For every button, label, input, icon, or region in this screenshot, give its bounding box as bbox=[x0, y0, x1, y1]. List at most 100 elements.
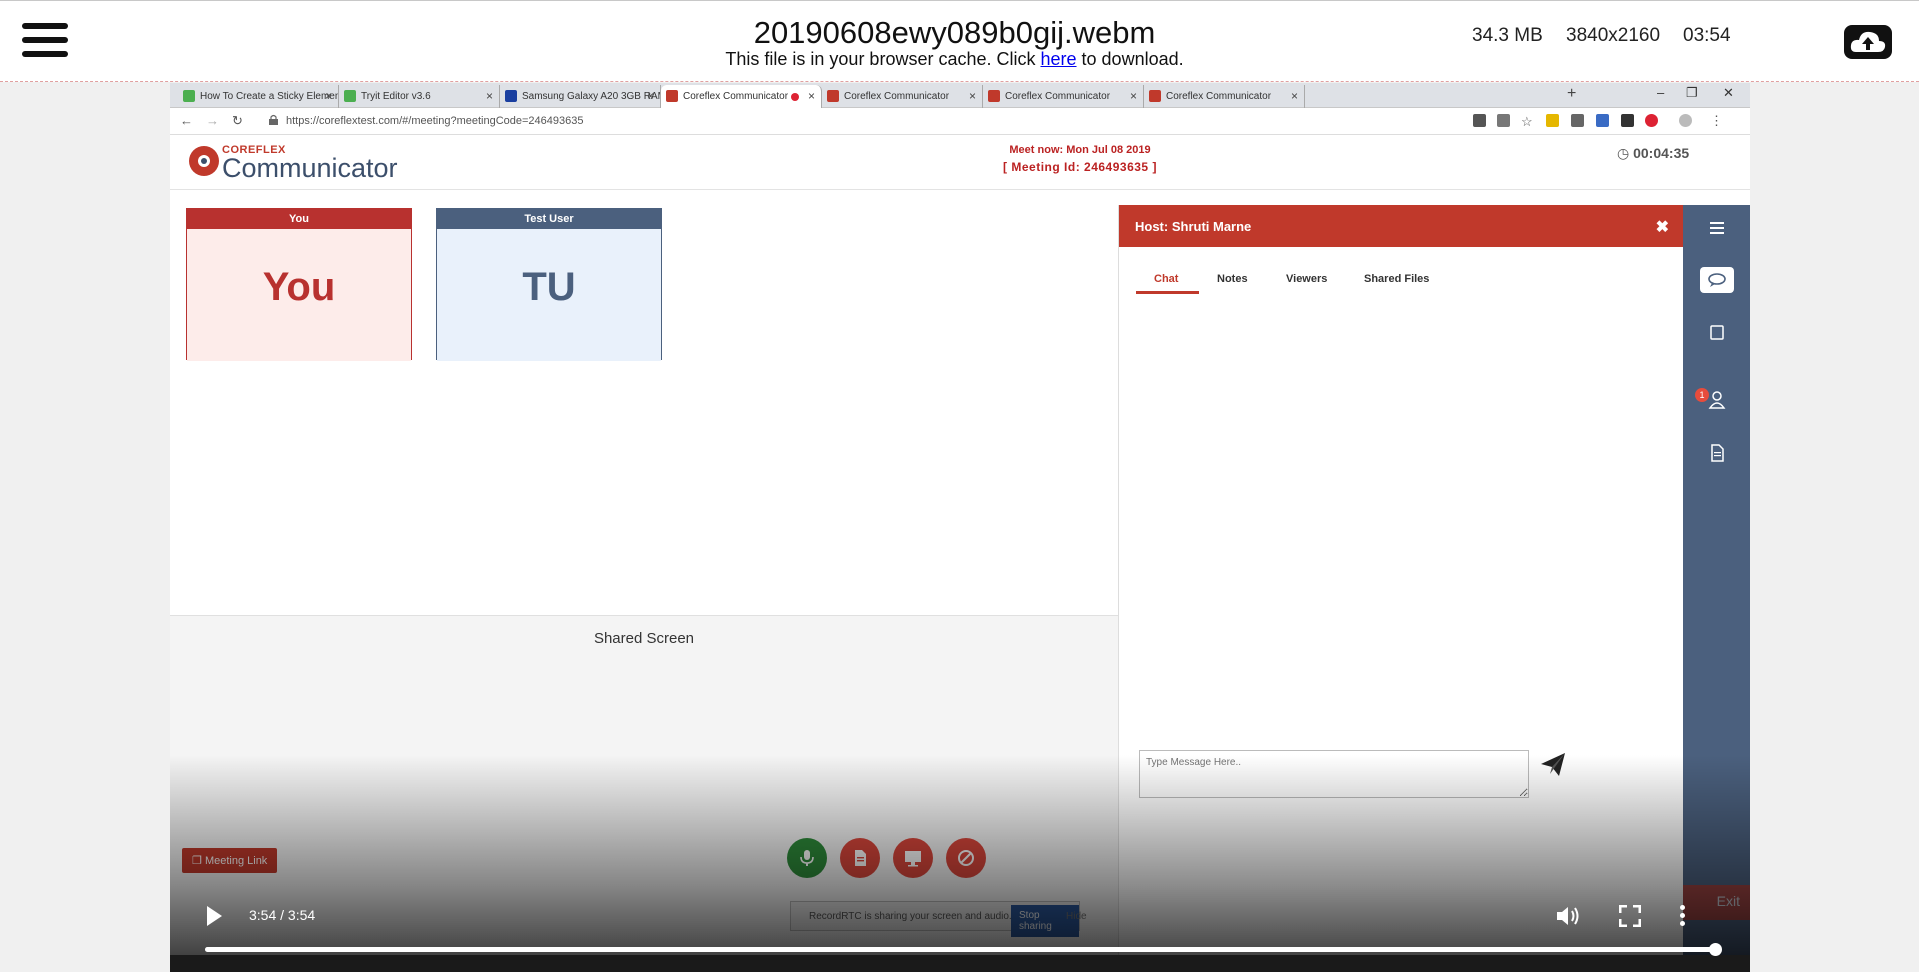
browser-tab-title: Samsung Galaxy A20 3GB RAM ( bbox=[522, 91, 661, 102]
camera-icon[interactable] bbox=[1473, 114, 1486, 127]
logo-brand-big: Communicator bbox=[222, 153, 398, 183]
browser-tab-title: Coreflex Communicator bbox=[683, 91, 789, 102]
play-icon[interactable] bbox=[205, 905, 223, 932]
tab-notes[interactable]: Notes bbox=[1217, 273, 1248, 285]
microphone-icon bbox=[800, 850, 814, 866]
favicon-icon bbox=[183, 90, 195, 102]
browser-tab[interactable]: Coreflex Communicator × bbox=[1144, 85, 1305, 108]
tab-shared-files[interactable]: Shared Files bbox=[1364, 273, 1429, 285]
back-arrow-icon[interactable]: ← bbox=[180, 113, 193, 128]
browser-tab-title: Coreflex Communicator bbox=[1005, 91, 1111, 102]
meeting-link-label: Meeting Link bbox=[204, 855, 268, 867]
more-options-icon[interactable] bbox=[1680, 905, 1686, 927]
file-size: 34.3 MB bbox=[1472, 25, 1543, 46]
eyedropper-icon[interactable] bbox=[1571, 114, 1584, 127]
lock-icon bbox=[269, 114, 278, 125]
tab-chat[interactable]: Chat bbox=[1154, 273, 1178, 285]
fullscreen-icon[interactable] bbox=[1618, 904, 1642, 932]
browser-tab[interactable]: Coreflex Communicator × bbox=[983, 85, 1144, 108]
url-field[interactable]: https://coreflextest.com/#/meeting?meeti… bbox=[286, 115, 584, 127]
upload-icon[interactable] bbox=[1844, 25, 1892, 59]
screen-share-button[interactable] bbox=[893, 838, 933, 878]
meeting-timer: ◷ 00:04:35 bbox=[1617, 145, 1689, 162]
browser-tab-title: How To Create a Sticky Element bbox=[200, 91, 339, 102]
shared-files-icon[interactable] bbox=[1700, 440, 1734, 466]
extension-icon[interactable] bbox=[1596, 114, 1609, 127]
file-note-suffix: to download. bbox=[1076, 49, 1184, 69]
profile-avatar-icon[interactable] bbox=[1679, 114, 1692, 127]
browser-tabbar: How To Create a Sticky Element × Tryit Edi… bbox=[170, 83, 1750, 108]
file-cache-note: This file is in your browser cache. Clic… bbox=[0, 49, 1909, 70]
close-tab-icon[interactable]: × bbox=[1130, 89, 1137, 103]
forward-arrow-icon[interactable]: → bbox=[206, 113, 219, 128]
active-tab-indicator bbox=[1136, 291, 1199, 294]
extension-icon[interactable] bbox=[1546, 114, 1559, 127]
viewer-count-badge: 1 bbox=[1695, 388, 1709, 402]
participant-tile-you[interactable]: You You bbox=[186, 208, 412, 361]
shared-screen-title: Shared Screen bbox=[593, 630, 695, 647]
video-frame[interactable]: How To Create a Sticky Element × Tryit Edi… bbox=[170, 83, 1750, 972]
restore-icon[interactable]: ❐ bbox=[1686, 85, 1698, 101]
clock-icon: ◷ bbox=[1617, 145, 1630, 161]
browser-tab[interactable]: Coreflex Communicator × bbox=[822, 85, 983, 108]
record-extension-icon[interactable] bbox=[1645, 114, 1658, 127]
reload-icon[interactable]: ↻ bbox=[232, 113, 243, 129]
chat-icon[interactable] bbox=[1700, 267, 1734, 293]
participant-label: Test User bbox=[437, 209, 661, 229]
browser-tab[interactable]: How To Create a Sticky Element × bbox=[178, 85, 339, 108]
minimize-icon[interactable]: – bbox=[1657, 85, 1664, 100]
browser-tab[interactable]: Tryit Editor v3.6 × bbox=[339, 85, 500, 108]
favicon-icon bbox=[1149, 90, 1161, 102]
close-tab-icon[interactable]: × bbox=[808, 89, 815, 103]
favicon-icon bbox=[827, 90, 839, 102]
favicon-icon bbox=[344, 90, 356, 102]
hamburger-menu-icon[interactable] bbox=[1700, 215, 1734, 241]
browser-addressbar: ← → ↻ https://coreflextest.com/#/meeting… bbox=[170, 108, 1750, 135]
timer-value: 00:04:35 bbox=[1633, 145, 1690, 161]
key-icon[interactable] bbox=[1497, 114, 1510, 127]
close-tab-icon[interactable]: × bbox=[325, 89, 332, 103]
close-tab-icon[interactable]: × bbox=[486, 89, 493, 103]
playback-time: 3:54 / 3:54 bbox=[249, 907, 316, 923]
meeting-panel: Host: Shruti Marne ✖ Chat Notes Viewers … bbox=[1118, 205, 1683, 972]
monitor-icon[interactable] bbox=[1621, 114, 1634, 127]
panel-header: Host: Shruti Marne ✖ bbox=[1119, 205, 1683, 247]
send-message-button[interactable] bbox=[1539, 750, 1569, 780]
tab-viewers[interactable]: Viewers bbox=[1286, 273, 1327, 285]
star-icon[interactable]: ☆ bbox=[1521, 114, 1534, 129]
kebab-menu-icon[interactable]: ⋮ bbox=[1710, 113, 1723, 129]
notes-icon[interactable] bbox=[1700, 320, 1734, 346]
end-meeting-button[interactable] bbox=[946, 838, 986, 878]
seek-bar[interactable] bbox=[205, 943, 1722, 956]
block-icon bbox=[958, 850, 974, 866]
favicon-icon bbox=[666, 90, 678, 102]
document-button[interactable] bbox=[840, 838, 880, 878]
exit-button[interactable]: Exit bbox=[1683, 885, 1750, 920]
close-tab-icon[interactable]: × bbox=[969, 89, 976, 103]
recording-indicator-icon bbox=[791, 93, 799, 101]
meeting-link-button[interactable]: ❐ Meeting Link bbox=[182, 848, 278, 873]
paper-plane-icon bbox=[1541, 753, 1565, 776]
windows-taskbar bbox=[170, 955, 1750, 972]
participant-tile-test-user[interactable]: Test User TU bbox=[436, 208, 662, 361]
copy-icon: ❐ bbox=[192, 855, 202, 867]
new-tab-button[interactable]: + bbox=[1567, 85, 1576, 103]
favicon-icon bbox=[505, 90, 517, 102]
microphone-button[interactable] bbox=[787, 838, 827, 878]
close-tab-icon[interactable]: × bbox=[647, 89, 654, 103]
volume-icon[interactable] bbox=[1555, 904, 1583, 933]
participant-label: You bbox=[187, 209, 411, 229]
close-tab-icon[interactable]: × bbox=[1291, 89, 1298, 103]
download-link[interactable]: here bbox=[1041, 49, 1077, 69]
browser-tab[interactable]: Coreflex Communicator × bbox=[661, 85, 822, 108]
browser-tab[interactable]: Samsung Galaxy A20 3GB RAM (× bbox=[500, 85, 661, 108]
file-header: 20190608ewy089b0gij.webm This file is in… bbox=[0, 0, 1919, 82]
seek-bar-fill bbox=[205, 947, 1715, 952]
browser-tab-title: Tryit Editor v3.6 bbox=[361, 91, 431, 102]
close-window-icon[interactable]: ✕ bbox=[1723, 85, 1734, 101]
hide-button[interactable]: Hide bbox=[1066, 911, 1087, 922]
participant-initials: You bbox=[187, 229, 411, 361]
close-icon[interactable]: ✖ bbox=[1656, 217, 1669, 237]
seek-bar-thumb[interactable] bbox=[1709, 943, 1722, 956]
chat-message-input[interactable] bbox=[1139, 750, 1529, 798]
